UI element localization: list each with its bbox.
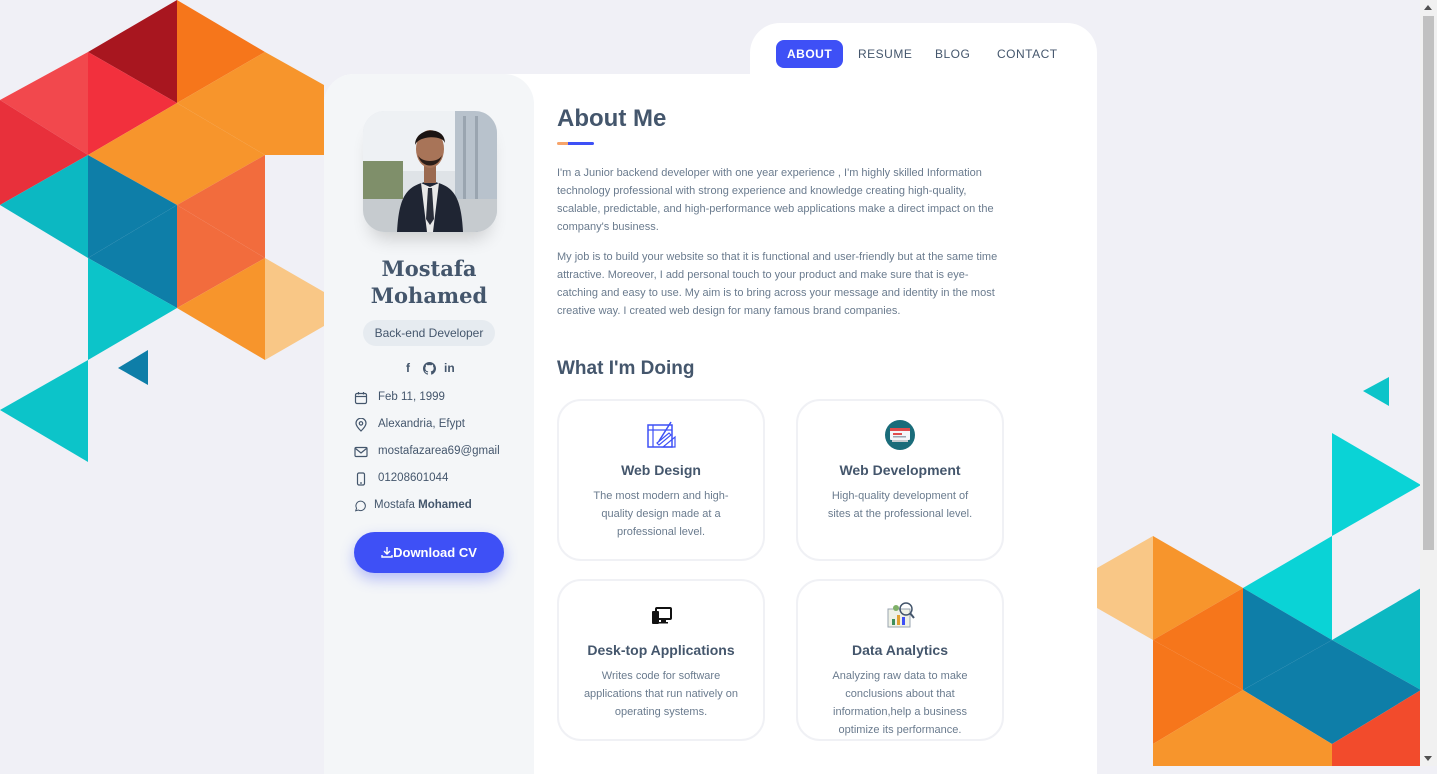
linkedin-icon[interactable]: in: [444, 361, 455, 375]
about-paragraph-2: My job is to build your website so that …: [557, 251, 998, 317]
nav-contact[interactable]: CONTACT: [986, 40, 1069, 68]
phone-icon: [356, 472, 366, 486]
github-icon[interactable]: [423, 362, 436, 378]
whatsapp-first-name: Mostafa: [374, 499, 415, 511]
nav-resume[interactable]: RESUME: [847, 40, 923, 68]
whatsapp-text[interactable]: Mostafa Mohamed: [374, 499, 472, 511]
mail-icon: [354, 446, 368, 458]
profile-sidebar: Mostafa Mohamed Back-end Developer f in …: [324, 74, 534, 774]
service-card-web-design: Web Design The most modern and high-qual…: [557, 399, 765, 561]
profile-name-first: Mostafa: [381, 256, 477, 281]
service-title: Data Analytics: [852, 642, 948, 658]
birthday-text: Feb 11, 1999: [378, 391, 445, 403]
service-card-desktop-applications: Desk-top Applications Writes code for so…: [557, 579, 765, 741]
service-description: High-quality development of sites at the…: [827, 490, 973, 520]
role-badge: Back-end Developer: [363, 320, 495, 346]
facebook-icon[interactable]: f: [406, 361, 410, 375]
scroll-down-icon[interactable]: [1424, 756, 1432, 761]
top-navigation: ABOUT RESUME BLOG CONTACT: [750, 23, 1097, 85]
design-icon: [647, 421, 676, 448]
doing-title: What I'm Doing: [557, 358, 695, 379]
service-title: Desk-top Applications: [587, 642, 735, 658]
monitor-code-icon: [885, 420, 915, 450]
nav-blog[interactable]: BLOG: [924, 40, 981, 68]
desktop-icon: [652, 607, 672, 624]
page-scrollbar[interactable]: [1420, 0, 1437, 766]
about-paragraph-1: I'm a Junior backend developer with one …: [557, 167, 994, 233]
about-title: About Me: [557, 105, 667, 132]
whatsapp-last-name: Mohamed: [418, 499, 472, 511]
download-icon: [381, 547, 393, 558]
download-cv-button[interactable]: Download CV: [354, 532, 504, 573]
service-description: The most modern and high-quality design …: [593, 490, 729, 538]
scroll-up-icon[interactable]: [1424, 5, 1432, 10]
location-text: Alexandria, Efypt: [378, 418, 465, 430]
avatar: [363, 111, 497, 232]
service-card-data-analytics: Data Analytics Analyzing raw data to mak…: [796, 579, 1004, 741]
service-description: Analyzing raw data to make conclusions a…: [832, 670, 968, 736]
service-card-web-development: Web Development High-quality development…: [796, 399, 1004, 561]
nav-about[interactable]: ABOUT: [776, 40, 844, 68]
analytics-icon: [887, 602, 915, 628]
service-title: Web Development: [839, 462, 961, 478]
profile-name-last: Mohamed: [370, 283, 488, 308]
service-title: Web Design: [621, 462, 701, 478]
email-text[interactable]: mostafazarea69@gmail: [378, 445, 500, 457]
service-description: Writes code for software applications th…: [583, 670, 739, 718]
phone-text[interactable]: 01208601044: [378, 472, 448, 484]
calendar-icon: [354, 392, 368, 405]
whatsapp-icon: [354, 500, 366, 512]
download-cv-label: Download CV: [393, 545, 477, 560]
location-pin-icon: [355, 418, 367, 432]
title-underline: [557, 142, 594, 145]
scrollbar-thumb[interactable]: [1423, 16, 1434, 550]
